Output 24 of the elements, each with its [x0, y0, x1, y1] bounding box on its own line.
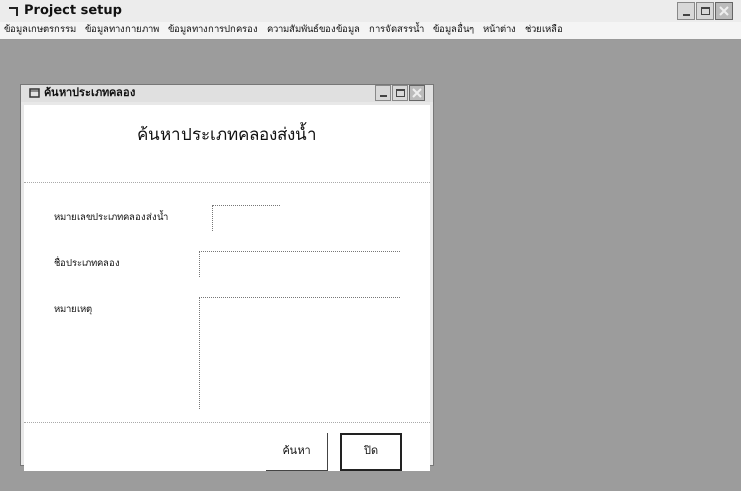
close-button[interactable]: [715, 2, 733, 20]
dialog-title: ค้นหาประเภทคลอง: [44, 85, 136, 101]
field-label: หมายเลขประเภทคลองส่งน้ำ: [54, 209, 169, 224]
dialog-heading: ค้นหาประเภทคลองส่งน้ำ: [24, 104, 430, 182]
close-icon: [719, 6, 729, 16]
field-label: ชื่อประเภทคลอง: [54, 255, 121, 270]
menu-item[interactable]: การจัดสรรน้ำ: [369, 23, 424, 38]
minimize-button[interactable]: [375, 85, 391, 102]
dialog-button[interactable]: ค้นหา: [266, 432, 328, 470]
maximize-button[interactable]: [392, 85, 408, 102]
dialog-button[interactable]: ปิด: [340, 432, 402, 470]
menu-item[interactable]: ข้อมูลทางการปกครอง: [168, 23, 258, 38]
close-button[interactable]: [409, 85, 425, 102]
menu-item[interactable]: ข้อมูลเกษตรกรรม: [4, 23, 76, 38]
close-icon: [412, 88, 422, 98]
menu-item[interactable]: หน้าต่าง: [483, 23, 516, 38]
menu-item[interactable]: ข้อมูลทางกายภาพ: [85, 23, 159, 38]
window-title: Project setup: [24, 2, 123, 20]
menu-item[interactable]: ช่วยเหลือ: [525, 23, 563, 38]
menu-item[interactable]: ความสัมพันธ์ของข้อมูล: [267, 23, 360, 38]
field-label: หมายเหตุ: [54, 302, 93, 316]
minimize-button[interactable]: [677, 2, 695, 20]
menu-item[interactable]: ข้อมูลอื่นๆ: [433, 23, 474, 38]
maximize-button[interactable]: [696, 2, 714, 20]
